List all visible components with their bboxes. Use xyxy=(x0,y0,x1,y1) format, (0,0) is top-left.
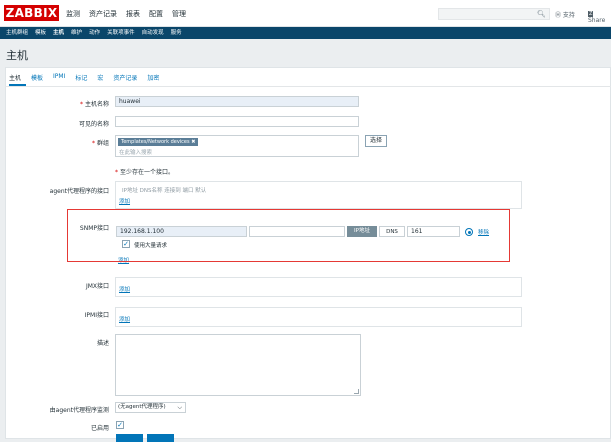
support-link[interactable]: Ⓗ 支持 xyxy=(555,10,575,19)
update-button[interactable] xyxy=(116,434,143,442)
description-textarea[interactable] xyxy=(115,334,361,396)
jmx-add-link[interactable]: 添加 xyxy=(119,285,130,293)
chevron-down-icon: ⌵ xyxy=(177,404,182,411)
jmx-interface-label: JMX接口 xyxy=(85,283,109,290)
select-groups-button[interactable]: 选择 xyxy=(365,135,387,147)
proxy-label: 由agent代理程序监测 xyxy=(49,407,109,414)
agent-interface-header: IP地址 DNS名称 连接到 端口 默认 xyxy=(122,188,207,194)
clone-button[interactable] xyxy=(147,434,174,442)
zabbix-logo[interactable]: ZABBIX xyxy=(4,5,59,21)
share-link[interactable]: Z Share xyxy=(588,10,611,24)
ipmi-interface-box: 添加 xyxy=(115,307,522,327)
submenu-correlation[interactable]: 关联项事件 xyxy=(107,27,135,39)
tab-encryption[interactable]: 加密 xyxy=(147,73,159,82)
menu-inventory[interactable]: 资产记录 xyxy=(89,9,117,19)
tab-macros[interactable]: 宏 xyxy=(97,73,103,82)
hostname-label: * 主机名称 xyxy=(79,101,109,108)
visible-name-input[interactable] xyxy=(115,116,359,127)
page-header xyxy=(0,39,611,67)
tab-host[interactable]: 主机 xyxy=(9,73,21,82)
search-icon[interactable]: 🔍︎ xyxy=(537,10,546,18)
groups-search-placeholder[interactable]: 在此输入搜索 xyxy=(119,148,152,156)
resize-handle[interactable] xyxy=(354,389,359,394)
top-menu: 监测 资产记录 报表 配置 管理 xyxy=(66,9,186,19)
tab-templates[interactable]: 模板 xyxy=(31,73,43,82)
submenu-maintenance[interactable]: 维护 xyxy=(71,27,82,39)
ipmi-interface-label: IPMI接口 xyxy=(84,312,109,319)
agent-add-link[interactable]: 添加 xyxy=(119,197,130,205)
form-tabs: 主机 模板 IPMI 标记 宏 资产记录 加密 xyxy=(9,73,159,82)
submenu-hostgroups[interactable]: 主机群组 xyxy=(6,27,28,39)
tab-tags[interactable]: 标记 xyxy=(75,73,87,82)
jmx-interface-box: 添加 xyxy=(115,277,522,297)
menu-reports[interactable]: 报表 xyxy=(126,9,140,19)
menu-configuration[interactable]: 配置 xyxy=(149,9,163,19)
proxy-select[interactable]: (无agent代理程序) ⌵ xyxy=(115,402,186,413)
menu-monitoring[interactable]: 监测 xyxy=(66,9,80,19)
description-label: 描述 xyxy=(96,340,109,347)
submenu-hosts[interactable]: 主机 xyxy=(53,27,64,39)
hostname-input[interactable]: huawei xyxy=(115,96,359,107)
sub-menu: 主机群组 模板 主机 维护 动作 关联项事件 自动发现 服务 xyxy=(0,27,611,39)
tag-remove-icon[interactable]: ✖ xyxy=(191,139,195,145)
submenu-discovery[interactable]: 自动发现 xyxy=(142,27,164,39)
search-input[interactable] xyxy=(438,8,550,20)
enabled-checkbox[interactable]: ✓ xyxy=(116,421,124,429)
interface-requirement-note: * 至少存在一个接口。 xyxy=(115,169,175,176)
highlight-box xyxy=(67,209,510,262)
tab-inventory[interactable]: 资产记录 xyxy=(113,73,137,82)
ipmi-add-link[interactable]: 添加 xyxy=(119,315,130,323)
agent-interface-label: agent代理程序的接口 xyxy=(49,188,109,195)
submenu-templates[interactable]: 模板 xyxy=(35,27,46,39)
groups-multiselect[interactable]: Templates/Network devices ✖ 在此输入搜索 xyxy=(115,135,359,157)
group-tag: Templates/Network devices ✖ xyxy=(118,138,199,146)
tabs-divider xyxy=(5,86,611,87)
submenu-actions[interactable]: 动作 xyxy=(89,27,100,39)
menu-administration[interactable]: 管理 xyxy=(172,9,186,19)
enabled-label: 已启用 xyxy=(90,425,109,432)
visible-name-label: 可见的名称 xyxy=(78,121,109,128)
groups-label: * 群组 xyxy=(91,140,109,147)
tab-ipmi[interactable]: IPMI xyxy=(53,73,65,82)
page-title: 主机 xyxy=(6,49,28,62)
support-icon: Ⓗ xyxy=(555,12,563,19)
agent-interface-box: IP地址 DNS名称 连接到 端口 默认 添加 xyxy=(115,181,522,209)
submenu-services[interactable]: 服务 xyxy=(171,27,182,39)
